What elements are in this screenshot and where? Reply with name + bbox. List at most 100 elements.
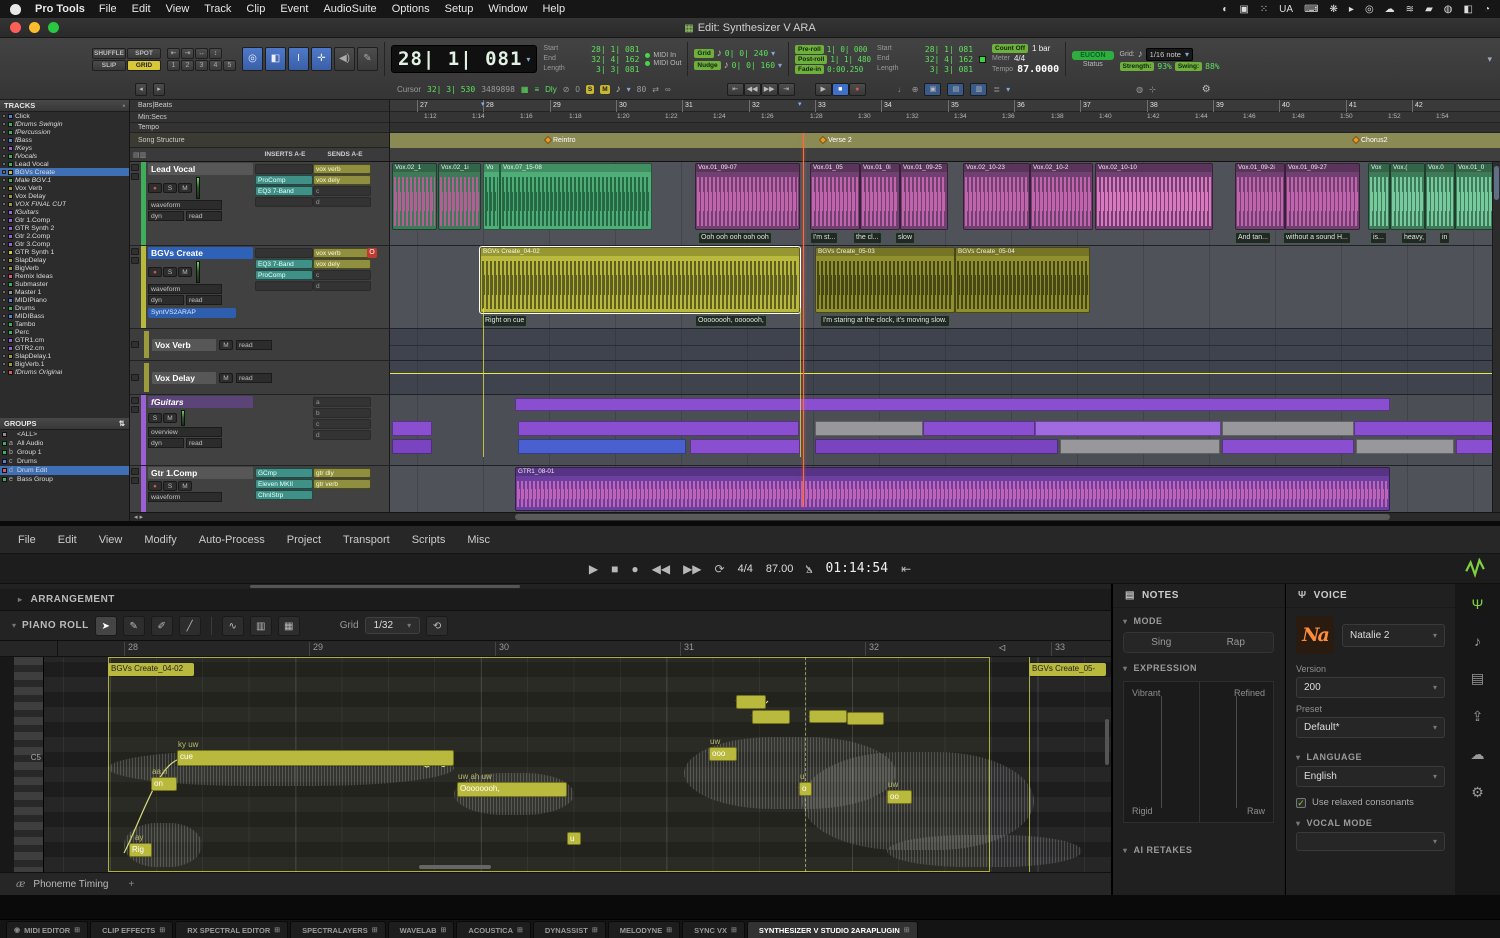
track-options-icon[interactable]: ▤▥ — [133, 151, 146, 159]
track-options-icon[interactable] — [131, 477, 139, 484]
insert-slot[interactable]: GCmp — [255, 468, 313, 478]
selection-end-marker[interactable]: ▾ — [798, 100, 802, 108]
audio-clip[interactable]: Vox.01_09-27 — [1285, 163, 1360, 230]
audio-clip[interactable]: Vox.02_1 — [392, 163, 437, 230]
microphone-icon[interactable]: Ψ — [1472, 596, 1484, 612]
track-freeze-icon[interactable] — [131, 164, 139, 171]
mix-window-button[interactable]: ▣ — [924, 83, 941, 96]
settings-gear-icon[interactable]: ⚙ — [1471, 784, 1484, 801]
piano-roll-panel-title[interactable]: PIANO ROLL — [22, 620, 89, 631]
h-scroll-thumb[interactable] — [515, 514, 1390, 520]
menu-item[interactable]: Window — [488, 3, 527, 15]
audio-clip[interactable]: Vox.07_15-08 — [500, 163, 652, 230]
track-list-item[interactable]: Lead Vocal — [0, 160, 129, 168]
note-properties-icon[interactable]: ▦ — [278, 616, 300, 636]
synthv-menu-item[interactable]: Scripts — [412, 534, 446, 546]
bars-ruler[interactable]: 27282930313233343536373839404142 ▾ ▾ — [390, 100, 1500, 112]
rewind-button[interactable]: ◀◀ — [744, 83, 761, 96]
clip-end-marker-icon[interactable]: ◁ — [999, 643, 1005, 652]
midi-clip[interactable] — [515, 398, 1390, 411]
send-slot[interactable]: a — [313, 397, 371, 407]
selection-start-value[interactable]: 28| 1| 081 — [591, 45, 639, 54]
track-list-item[interactable]: BigVerb.1 — [0, 360, 129, 368]
send-slot[interactable]: vox dely — [313, 259, 371, 269]
metronome-button[interactable]: ♩ — [898, 85, 906, 94]
track-list-item[interactable]: Male BGV.1 — [0, 176, 129, 184]
window-tab[interactable]: DYNASSIST ⊞ — [533, 921, 606, 938]
grid-value-label[interactable]: Grid — [694, 49, 713, 58]
minutes-ruler[interactable]: 1:121:141:161:181:201:221:241:261:281:30… — [390, 112, 1500, 123]
audio-clip[interactable]: Vox.01_09-07 — [695, 163, 800, 230]
track-state-dot[interactable] — [2, 114, 6, 118]
menu-item[interactable]: Event — [280, 3, 308, 15]
send-slot[interactable]: gtr verb — [313, 479, 371, 489]
insert-slot[interactable]: ProComp — [255, 175, 313, 185]
track-state-dot[interactable] — [2, 130, 6, 134]
scrubber-tool-icon[interactable]: ◀) — [334, 47, 355, 71]
track-list-item[interactable]: BGVs Create — [0, 168, 129, 176]
selection-length-value[interactable]: 3| 3| 081 — [596, 65, 639, 74]
track-state-dot[interactable] — [2, 298, 6, 302]
mute-indicator[interactable]: M — [600, 85, 609, 94]
piano-roll-clip-header[interactable]: BGVs Create_05- — [1029, 663, 1106, 676]
keyboard-icon[interactable]: ⌨ — [1304, 4, 1318, 15]
audio-clip[interactable]: Vox.02_10-10 — [1095, 163, 1213, 230]
song-structure-ruler-label[interactable]: Song Structure — [130, 133, 389, 148]
insert-slot[interactable]: Eleven MKII — [255, 479, 313, 489]
delay-compensation-label[interactable]: Dly — [545, 85, 557, 94]
send-slot[interactable]: c — [313, 186, 371, 196]
timeline-end-value[interactable]: 32| 4| 162 — [925, 55, 973, 64]
track-state-dot[interactable] — [2, 202, 6, 206]
track-state-dot[interactable] — [2, 146, 6, 150]
mute-button[interactable]: M — [178, 183, 192, 193]
track-list-item[interactable]: MIDIBass — [0, 312, 129, 320]
group-list-item[interactable]: d Drum Edit — [0, 466, 129, 475]
record-arm-button[interactable]: ● — [148, 183, 162, 193]
track-list-item[interactable]: GTR Synth 1 — [0, 248, 129, 256]
track-state-dot[interactable] — [2, 234, 6, 238]
track-state-dot[interactable] — [2, 314, 6, 318]
playhead[interactable] — [803, 133, 804, 507]
track-state-dot[interactable] — [2, 362, 6, 366]
transport-window-button[interactable]: ▥ — [970, 83, 987, 96]
zoom-toggle-icon[interactable]: ⇤ — [167, 48, 180, 59]
rap-mode-button[interactable]: Rap — [1199, 633, 1274, 652]
tempo-value[interactable]: 87.00 — [766, 563, 794, 575]
time-signature-value[interactable]: 4/4 — [738, 563, 753, 575]
window-tab[interactable]: ACOUSTICA ⊞ — [456, 921, 530, 938]
menu-item[interactable]: Edit — [132, 3, 151, 15]
synthv-menu-item[interactable]: File — [18, 534, 36, 546]
battery-icon[interactable]: ▰ — [1425, 4, 1433, 15]
piano-roll-v-scroll-thumb[interactable] — [1105, 719, 1109, 765]
record-button[interactable]: ● — [631, 562, 638, 576]
post-roll-button[interactable]: Post-roll — [795, 55, 827, 64]
pencil-tool-icon[interactable]: ✎ — [357, 47, 378, 71]
track-state-dot[interactable] — [2, 370, 6, 374]
automation-mode-selector[interactable]: read — [236, 340, 272, 350]
edit-vertical-scrollbar[interactable] — [1492, 162, 1500, 512]
automation-mode-selector[interactable]: read — [186, 211, 222, 221]
nudge-value-label[interactable]: Nudge — [694, 61, 720, 70]
zoom-vertical-icon[interactable]: ↕ — [209, 48, 222, 59]
go-to-end-button[interactable]: ⇥ — [778, 83, 795, 96]
send-slot[interactable]: d — [313, 430, 371, 440]
zoom-horizontal-icon[interactable]: ↔ — [195, 48, 208, 59]
mute-button[interactable]: M — [219, 373, 233, 383]
export-icon[interactable]: ⇪ — [1472, 708, 1484, 725]
track-state-dot[interactable] — [2, 218, 6, 222]
song-marker[interactable]: Reintro — [545, 134, 576, 146]
selection-start-marker[interactable]: ▾ — [481, 100, 485, 108]
swing-label[interactable]: Swing: — [1175, 62, 1202, 71]
tracks-panel-menu-icon[interactable]: ◦ — [122, 101, 125, 110]
track-state-dot[interactable] — [2, 330, 6, 334]
tempo-value[interactable]: 87.0000 — [1017, 64, 1059, 75]
automation-dyn-selector[interactable]: dyn — [148, 211, 184, 221]
h-zoom-out-button[interactable]: ◂ — [135, 83, 147, 96]
audio-clip[interactable]: GTR1_08-01 — [515, 467, 1390, 511]
track-view-selector[interactable]: waveform — [148, 200, 222, 210]
group-list-item[interactable]: e Bass Group — [0, 475, 129, 484]
track-list-item[interactable]: Gtr 3.Comp — [0, 240, 129, 248]
insert-slot[interactable] — [255, 281, 313, 291]
folder-toggle-icon[interactable] — [131, 397, 139, 404]
midi-clip[interactable] — [1354, 421, 1500, 436]
